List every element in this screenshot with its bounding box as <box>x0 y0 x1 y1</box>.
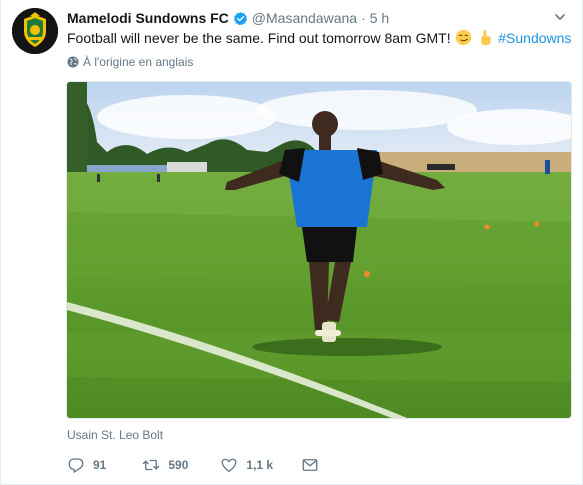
separator-dot: · <box>361 10 366 26</box>
reply-icon <box>67 456 85 474</box>
globe-icon <box>67 56 79 68</box>
tweet-actions: 91 590 1,1 k <box>67 455 355 475</box>
media-caption[interactable]: Usain St. Leo Bolt <box>67 428 163 442</box>
smirking-face-icon <box>455 29 472 46</box>
verified-badge-icon <box>233 11 248 26</box>
like-count: 1,1 k <box>246 458 274 472</box>
tweet-card[interactable]: Mamelodi Sundowns FC @Masandawana · 5 h … <box>0 0 583 485</box>
reply-button[interactable]: 91 <box>67 456 106 474</box>
author-name[interactable]: Mamelodi Sundowns FC <box>67 10 229 26</box>
direct-message-button[interactable] <box>301 456 327 474</box>
tweet-header: Mamelodi Sundowns FC @Masandawana · 5 h <box>67 9 389 27</box>
translate-link[interactable]: À l'origine en anglais <box>67 55 193 69</box>
retweet-count: 590 <box>168 458 189 472</box>
tweet-timestamp[interactable]: 5 h <box>370 10 389 26</box>
avatar[interactable] <box>12 8 58 54</box>
envelope-icon <box>301 456 319 474</box>
reply-count: 91 <box>93 458 107 472</box>
tweet-photo[interactable] <box>66 81 572 419</box>
author-handle[interactable]: @Masandawana <box>252 10 357 26</box>
heart-icon <box>220 456 238 474</box>
like-button[interactable]: 1,1 k <box>220 456 273 474</box>
pointing-up-hand-icon <box>477 29 494 46</box>
hashtag-link[interactable]: #Sundowns <box>498 30 571 46</box>
chevron-down-icon[interactable] <box>554 11 566 23</box>
retweet-icon <box>142 456 160 474</box>
translate-label: À l'origine en anglais <box>83 55 194 69</box>
tweet-text: Football will never be the same. Find ou… <box>67 29 571 47</box>
retweet-button[interactable]: 590 <box>142 456 188 474</box>
tweet-text-main: Football will never be the same. Find ou… <box>67 30 451 46</box>
